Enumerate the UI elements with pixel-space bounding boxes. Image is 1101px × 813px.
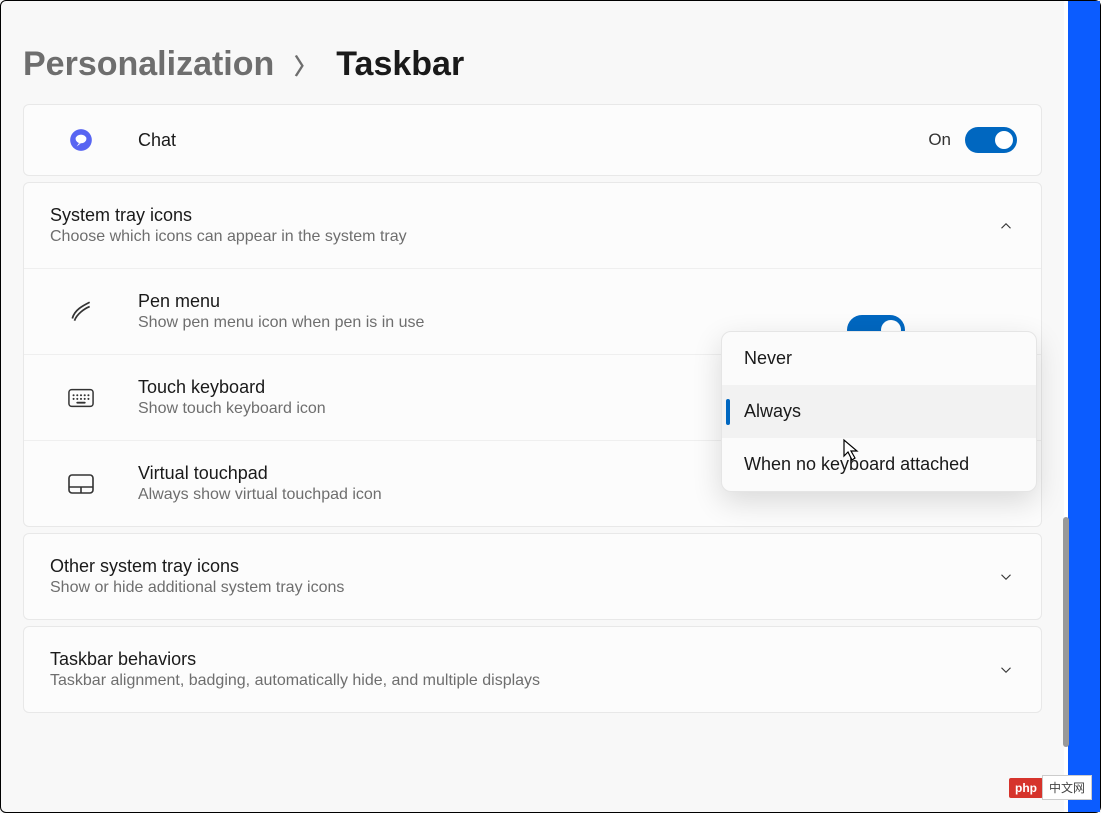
breadcrumb: Personalization 〉 Taskbar xyxy=(23,45,1042,84)
watermark: php 中⽂⽹ xyxy=(1009,775,1092,800)
chevron-right-icon: 〉 xyxy=(294,49,316,81)
chat-state-label: On xyxy=(928,130,951,150)
chat-toggle[interactable] xyxy=(965,127,1017,153)
chevron-down-icon xyxy=(997,568,1015,586)
pen-icon xyxy=(68,299,94,325)
dropdown-option-when-no-keyboard[interactable]: When no keyboard attached xyxy=(722,438,1036,491)
keyboard-icon xyxy=(68,385,94,411)
touch-keyboard-dropdown: Never Always When no keyboard attached xyxy=(721,331,1037,492)
dropdown-option-always[interactable]: Always xyxy=(722,385,1036,438)
system-tray-sub: Choose which icons can appear in the sys… xyxy=(50,228,997,246)
chat-icon xyxy=(68,127,94,153)
taskbar-item-chat: Chat On xyxy=(23,104,1042,176)
taskbar-behaviors-section[interactable]: Taskbar behaviors Taskbar alignment, bad… xyxy=(23,626,1042,713)
behaviors-sub: Taskbar alignment, badging, automaticall… xyxy=(50,672,997,690)
system-tray-title: System tray icons xyxy=(50,205,997,226)
other-tray-section[interactable]: Other system tray icons Show or hide add… xyxy=(23,533,1042,620)
cursor-icon xyxy=(842,438,862,462)
behaviors-title: Taskbar behaviors xyxy=(50,649,997,670)
chevron-up-icon xyxy=(997,217,1015,235)
other-tray-title: Other system tray icons xyxy=(50,556,997,577)
dropdown-option-never[interactable]: Never xyxy=(722,332,1036,385)
breadcrumb-current: Taskbar xyxy=(336,45,464,84)
touchpad-icon xyxy=(68,471,94,497)
other-tray-sub: Show or hide additional system tray icon… xyxy=(50,579,997,597)
system-tray-header[interactable]: System tray icons Choose which icons can… xyxy=(24,183,1041,268)
chat-label: Chat xyxy=(138,130,928,151)
watermark-right: 中⽂⽹ xyxy=(1042,775,1092,800)
watermark-left: php xyxy=(1009,778,1043,798)
pen-menu-title: Pen menu xyxy=(138,291,1017,312)
chevron-down-icon xyxy=(997,661,1015,679)
breadcrumb-parent[interactable]: Personalization xyxy=(23,45,274,84)
window-right-edge xyxy=(1064,1,1100,812)
